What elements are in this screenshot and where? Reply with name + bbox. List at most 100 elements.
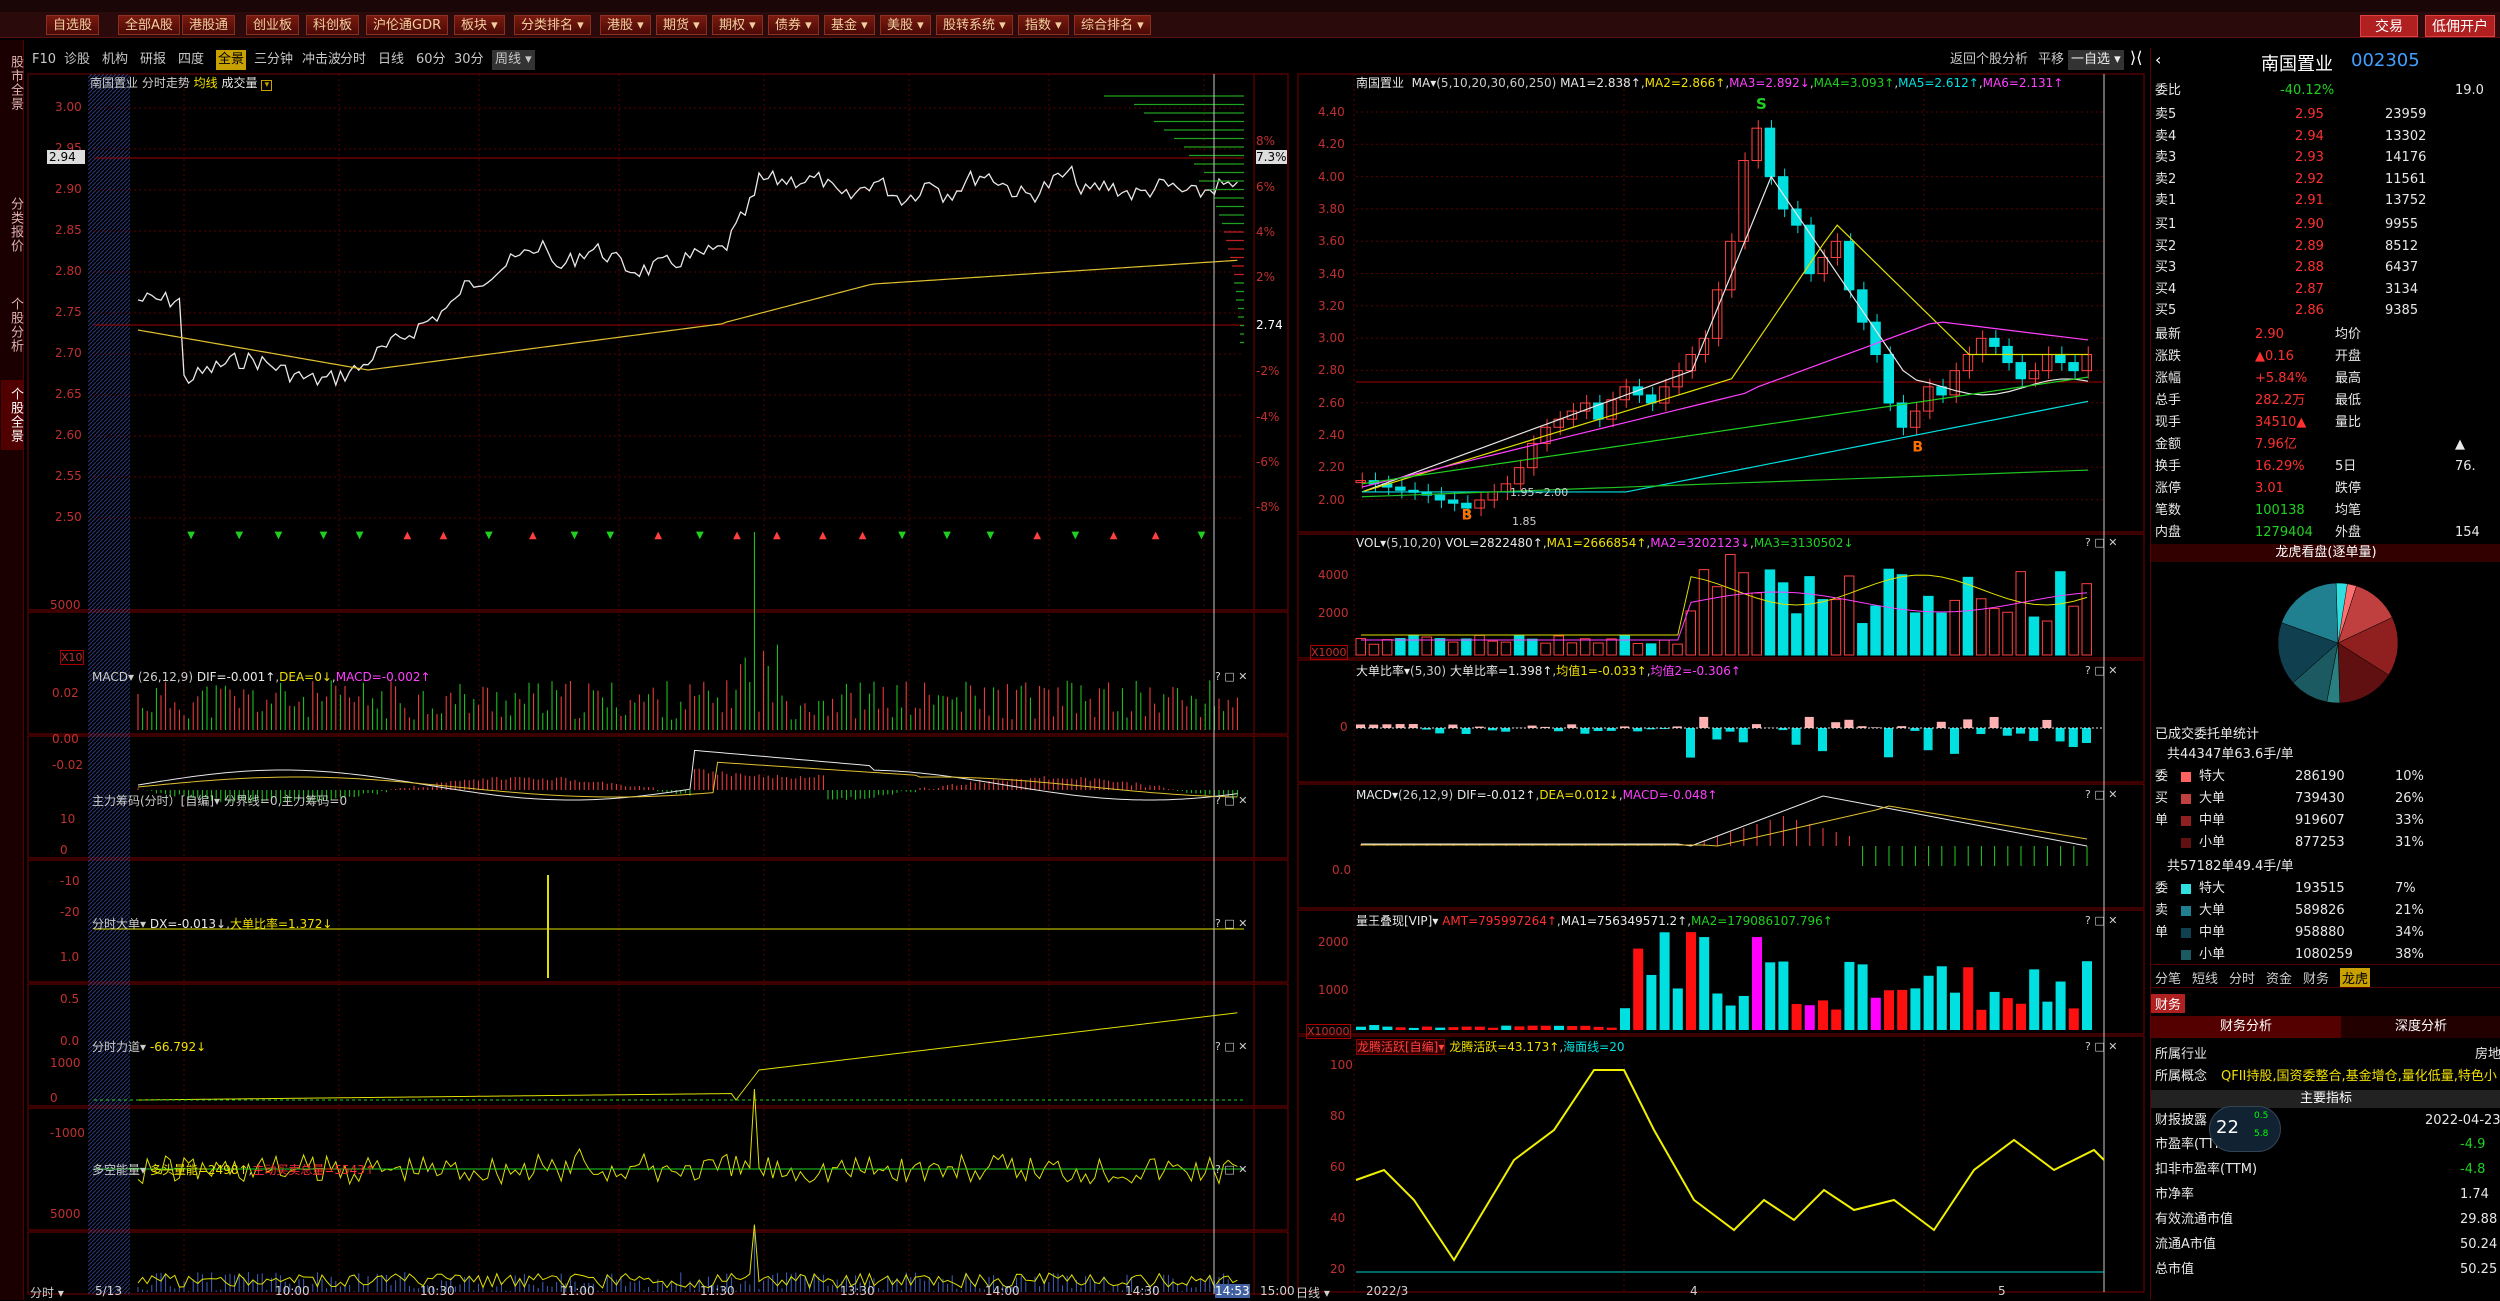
toolbar-button[interactable]: 全部A股	[118, 15, 180, 35]
back-arrow-icon[interactable]: ‹	[2155, 50, 2161, 69]
lwdx-bar	[1620, 1008, 1630, 1030]
buy-signal-B: B	[1912, 440, 1923, 456]
signal-marker: ▼	[275, 530, 283, 541]
panel-controls-icon[interactable]: ? □ ✕	[1215, 1040, 1247, 1053]
lwdx-bar	[1633, 949, 1643, 1030]
quote-cell: 282.2万	[2255, 390, 2305, 412]
weibi-row: 委比-40.12%19.0	[2155, 80, 2495, 102]
candle-body	[1871, 322, 1881, 354]
quote-cell: 卖4	[2155, 126, 2176, 148]
left-tab[interactable]: 全景	[216, 50, 246, 70]
panel-controls-icon[interactable]: ? □ ✕	[1215, 670, 1247, 683]
toolbar-button[interactable]: 创业板	[246, 15, 299, 35]
panel-controls-icon[interactable]: ? □ ✕	[2085, 1040, 2117, 1053]
quote-tab[interactable]: 分笔	[2155, 968, 2181, 987]
toolbar-button[interactable]: 期货 ▾	[656, 15, 707, 35]
toolbar-button[interactable]: 分类排名 ▾	[514, 15, 591, 35]
quote-cell: 3134	[2385, 279, 2418, 301]
kvol-bar	[1792, 614, 1802, 655]
lwdx-bar	[1778, 962, 1788, 1030]
toolbar-button[interactable]: 债券 ▾	[768, 15, 819, 35]
fin-subtab[interactable]: 深度分析	[2341, 1016, 2500, 1038]
period-tab[interactable]: 60分	[416, 50, 446, 70]
panel-controls-icon[interactable]: ? □ ✕	[1215, 794, 1247, 807]
price-tick: 2.70	[55, 346, 82, 360]
toolbar-button[interactable]: 板块 ▾	[454, 15, 505, 35]
fin-tab[interactable]: 财务	[2151, 994, 2185, 1013]
quote-cell: 大单	[2199, 900, 2225, 922]
panel-controls-icon[interactable]: ? □ ✕	[2085, 914, 2117, 927]
back-to-analysis-link[interactable]: 返回个股分析	[1950, 50, 2028, 70]
toolbar-button[interactable]: 自选股	[46, 15, 99, 35]
quote-tab[interactable]: 资金	[2266, 968, 2292, 987]
toolbar-button[interactable]: 科创板	[306, 15, 359, 35]
toolbar-button[interactable]: 股转系统 ▾	[936, 15, 1013, 35]
period-selector[interactable]: 分时 ▾	[30, 1284, 64, 1301]
toolbar-button[interactable]: 港股通	[182, 15, 235, 35]
period-tab[interactable]: 日线	[378, 50, 404, 70]
toolbar-button[interactable]: 综合排名 ▾	[1074, 15, 1151, 35]
panel-controls-icon[interactable]: ? □ ✕	[2085, 664, 2117, 677]
side-tab-stock-panorama[interactable]: 个股全景	[1, 380, 23, 450]
quote-cell: 均价	[2335, 324, 2361, 346]
side-tab-market-overview[interactable]: 股市全景	[1, 48, 23, 118]
side-tab-stock-analysis[interactable]: 个股分析	[1, 290, 23, 360]
period-tab[interactable]: 周线 ▾	[492, 50, 535, 70]
expand-icon[interactable]: ⟩⟨	[2130, 48, 2142, 67]
panel-controls-icon[interactable]: ? □ ✕	[1215, 1163, 1247, 1176]
price-tick: 2.65	[55, 387, 82, 401]
fsdd-tick: 0.0	[60, 1034, 79, 1048]
quote-cell: 2.91	[2295, 190, 2324, 212]
panel-controls-icon[interactable]: ? □ ✕	[2085, 536, 2117, 549]
left-tab[interactable]: 机构	[102, 50, 128, 70]
quote-tab[interactable]: 短线	[2192, 968, 2218, 987]
kline-period-selector[interactable]: 日线 ▾	[1296, 1284, 1330, 1301]
toolbar-button[interactable]: 美股 ▾	[880, 15, 931, 35]
quote-cell: 跌停	[2335, 478, 2361, 500]
lwdx-bar	[1448, 1027, 1458, 1030]
stat-row: 涨幅+5.84%最高	[2155, 368, 2495, 390]
left-tab[interactable]: 四度	[178, 50, 204, 70]
left-tab[interactable]: 三分钟	[254, 50, 293, 70]
lths-tick: 20	[1330, 1262, 1345, 1276]
period-tab[interactable]: 分时	[340, 50, 366, 70]
side-tab-category-quote[interactable]: 分类报价	[1, 190, 23, 260]
toolbar-button[interactable]: 基金 ▾	[824, 15, 875, 35]
quote-tab[interactable]: 分时	[2229, 968, 2255, 987]
kline-title: 南国置业 MA▾(5,10,20,30,60,250) MA1=2.838↑,M…	[1356, 74, 2063, 92]
kvol-bar	[2003, 612, 2013, 655]
toolbar-button[interactable]: 指数 ▾	[1018, 15, 1069, 35]
left-tab[interactable]: 研报	[140, 50, 166, 70]
lwdx-bar	[1488, 1028, 1498, 1030]
kline-price-tick: 2.00	[1318, 493, 1345, 507]
time-tick: 13:30	[840, 1284, 875, 1298]
quote-tab[interactable]: 龙虎	[2340, 968, 2370, 987]
quote-cell: 21%	[2395, 900, 2424, 922]
left-tab[interactable]: F10	[32, 50, 56, 70]
toolbar-button[interactable]: 期权 ▾	[712, 15, 763, 35]
candle-body	[1514, 468, 1524, 484]
panel-controls-icon[interactable]: ? □ ✕	[1215, 917, 1247, 930]
period-tab[interactable]: 30分	[454, 50, 484, 70]
trade-button[interactable]: 交易	[2360, 15, 2418, 37]
toolbar-button[interactable]: 港股 ▾	[600, 15, 651, 35]
fin-subtab[interactable]: 财务分析	[2151, 1016, 2341, 1038]
dkn-line	[138, 1225, 1237, 1288]
toolbar-button[interactable]: 沪伦通GDR	[366, 15, 448, 35]
left-tab[interactable]: 冲击波	[302, 50, 341, 70]
fin-row: 市盈率(TTM)-4.9	[2155, 1134, 2495, 1156]
quote-cell: 2.87	[2295, 279, 2324, 301]
open-account-button[interactable]: 低佣开户	[2425, 15, 2495, 37]
ddbl-bar	[1409, 724, 1418, 728]
dropdown-icon[interactable]: ▾	[261, 80, 272, 91]
quote-tab[interactable]: 财务	[2303, 968, 2329, 987]
watchlist-dropdown[interactable]: 一自选 ▾	[2068, 50, 2124, 70]
panel-controls-icon[interactable]: ? □ ✕	[2085, 788, 2117, 801]
report-row: 财报披露2022-04-23	[2155, 1110, 2495, 1132]
kline-chart-area[interactable]: ◆◆◆◆◆◆◆◆◆◆◆◆◆◆◆◆◆◆◆◆◆◆◆◆◆◆◆◆◆SBB	[1294, 70, 2150, 1300]
kvol-bar	[2042, 621, 2051, 655]
ddbl-bar	[1950, 728, 1959, 754]
left-tab[interactable]: 诊股	[64, 50, 90, 70]
kvol-bar	[1778, 583, 1788, 655]
pan-button[interactable]: 平移	[2038, 50, 2064, 70]
